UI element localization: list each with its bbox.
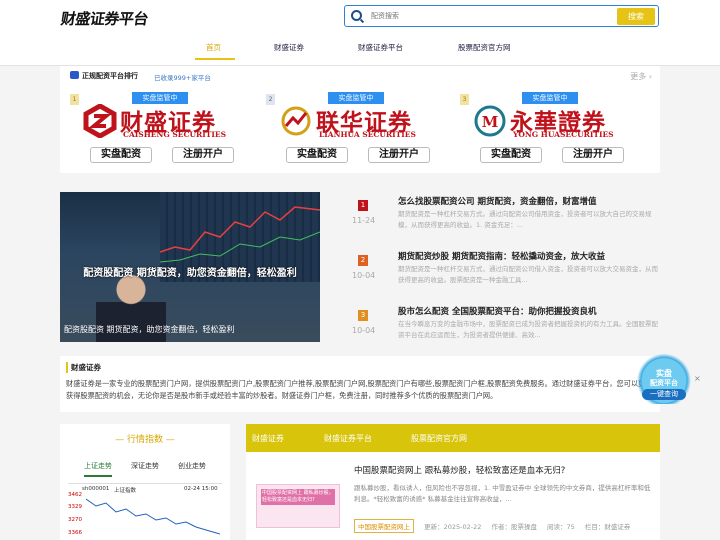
featured-banner[interactable]: 配资股配资 期货配资，助您资金翻倍，轻松盈利 配资股配资 期货配资，助您资金翻倍… <box>60 192 320 342</box>
platform-card-caisheng[interactable]: 1 实盘监管中 财盛证券 CAISHENG SECURITIES 实盘配资 注册… <box>68 92 250 172</box>
platform-brand-english: YONG HUASECURITIES <box>513 130 614 139</box>
banner-caption: 配资股配资 期货配资，助您资金翻倍，轻松盈利 <box>64 325 235 334</box>
search-input[interactable] <box>371 9 611 23</box>
main-nav: 首页 财盛证券 财盛证券平台 股票配资官方网 <box>0 40 720 64</box>
lianhua-logo-icon <box>281 106 311 136</box>
ranking-title: 正规配资平台排行 <box>70 71 138 81</box>
article-tag[interactable]: 中国股票配资网上 <box>354 519 414 533</box>
nav-item-home[interactable]: 首页 <box>206 42 221 53</box>
index-line-chart <box>86 498 220 535</box>
thumbnail-frame: 中国股票配资网上 跟私募炒股，轻松致富还是血本无归? <box>256 484 340 528</box>
article-meta: 中国股票配资网上 更新：2025-02-22 作者：股票操盘 阅读：75 栏目：… <box>354 519 638 533</box>
article-section: 财盛证券 财盛证券平台 股票配资官方网 中国股票配资网上 跟私募炒股，轻松致富还… <box>246 424 660 540</box>
ranking-subtitle: 已收录999+家平台 <box>154 74 211 82</box>
news-title[interactable]: 期货配资炒股 期货配资指南：轻松撬动资金，放大收益 <box>398 250 605 262</box>
market-heading: — 行情指数 — <box>115 435 175 445</box>
y-tick-label: 3270 <box>68 517 82 523</box>
article-tabs: 财盛证券 财盛证券平台 股票配资官方网 <box>246 424 660 452</box>
register-button[interactable]: 注册开户 <box>172 147 234 163</box>
article-author: 作者：股票操盘 <box>491 523 537 531</box>
news-item[interactable]: 2 10-04 期货配资炒股 期货配资指南：轻松撬动资金，放大收益 期货配资是一… <box>340 247 660 297</box>
news-title[interactable]: 怎么找股票配资公司 期货配资，资金翻倍，财富增值 <box>398 195 596 207</box>
search-icon <box>351 10 362 21</box>
chart-name: 上证指数 <box>114 488 137 494</box>
tab-chinext[interactable]: 创业走势 <box>178 461 206 471</box>
top-header: 财盛证券平台 搜索 首页 财盛证券 财盛证券平台 股票配资官方网 <box>0 0 720 66</box>
chart-time: 02-24 15:00 <box>184 486 218 492</box>
article-reads: 阅读：75 <box>547 523 575 531</box>
close-icon[interactable]: × <box>694 374 701 383</box>
article-updated: 更新：2025-02-22 <box>424 523 482 531</box>
live-trading-button[interactable]: 实盘配资 <box>90 147 152 163</box>
register-button[interactable]: 注册开户 <box>368 147 430 163</box>
search-button[interactable]: 搜索 <box>617 8 655 25</box>
tab-caisheng[interactable]: 财盛证券 <box>252 433 284 444</box>
y-tick-label: 3462 <box>68 492 82 498</box>
market-index-panel: — 行情指数 — 上证走势 深证走势 创业走势 sh000001 上证指数 02… <box>60 424 230 540</box>
news-rank-badge: 1 <box>358 200 368 211</box>
news-title[interactable]: 股市怎么配资 全国股票配资平台：助你把握投资良机 <box>398 305 596 317</box>
caisheng-logo-icon <box>83 104 117 138</box>
news-date: 10-04 <box>352 326 376 335</box>
about-section: 财盛证券 财盛证券是一家专业的股票配资门户网，提供股票配资门户,股票配资门户推荐… <box>60 356 660 412</box>
more-link[interactable]: 更多 › <box>630 71 652 82</box>
thumbnail-caption: 中国股票配资网上 跟私募炒股，轻松致富还是血本无归? <box>261 489 335 505</box>
news-summary: 期货配资是一种杠杆交易方式，通过向配资公司借入资金，投资者可以放大交易资金，从而… <box>398 265 658 284</box>
float-ad-query-button[interactable]: 一键查询 <box>642 389 686 400</box>
rank-number: 2 <box>266 94 275 105</box>
article-thumbnail[interactable]: 中国股票配资网上 跟私募炒股，轻松致富还是血本无归? <box>252 470 346 540</box>
article-title[interactable]: 中国股票配资网上 跟私募炒股，轻松致富还是血本无归? <box>354 464 565 476</box>
svg-text:M: M <box>482 113 499 131</box>
news-date: 10-04 <box>352 271 376 280</box>
nav-item-official[interactable]: 股票配资官方网 <box>458 42 511 53</box>
rank-number: 1 <box>70 94 79 105</box>
live-trading-button[interactable]: 实盘配资 <box>480 147 542 163</box>
article-summary: 跟私募炒股，看似诱人，但风险也不容忽视，1. 中雪盈证券中 全球领先的中文券商，… <box>354 484 651 503</box>
news-summary: 在当今瞬息万变的金融市场中，股票配资已成为投资者把握投资机的有力工具。全国股票配… <box>398 320 658 339</box>
news-item[interactable]: 3 10-04 股市怎么配资 全国股票配资平台：助你把握投资良机 在当今瞬息万变… <box>340 302 660 352</box>
ranking-icon <box>70 71 79 79</box>
index-chart: sh000001 上证指数 02-24 15:00 3462 3329 3270… <box>68 483 222 540</box>
platform-ranking: 正规配资平台排行 已收录999+家平台 更多 › 1 实盘监管中 财盛证券 CA… <box>60 66 660 173</box>
news-date: 11-24 <box>352 216 376 225</box>
nav-active-indicator <box>195 58 235 60</box>
register-button[interactable]: 注册开户 <box>562 147 624 163</box>
platform-card-lianhua[interactable]: 2 实盘监管中 联华证券 LIANHUA SECURITIES 实盘配资 注册开… <box>264 92 446 172</box>
site-logo[interactable]: 财盛证券平台 <box>60 8 150 29</box>
rank-number: 3 <box>460 94 469 105</box>
about-heading: 财盛证券 <box>66 362 101 373</box>
nav-item-platform[interactable]: 财盛证券平台 <box>358 42 403 53</box>
news-list: 1 11-24 怎么找股票配资公司 期货配资，资金翻倍，财富增值 期货配资是一种… <box>340 192 660 342</box>
tab-shanghai[interactable]: 上证走势 <box>84 461 112 477</box>
yonghua-logo-icon: M <box>474 105 506 137</box>
about-text: 财盛证券是一家专业的股票配资门户网，提供股票配资门户,股票配资门户推荐,股票配资… <box>66 379 653 400</box>
nav-item-caisheng[interactable]: 财盛证券 <box>274 42 304 53</box>
banner-headline: 配资股配资 期货配资，助您资金翻倍，轻松盈利 <box>83 268 297 279</box>
tab-official[interactable]: 股票配资官方网 <box>411 433 467 444</box>
y-tick-label: 3329 <box>68 504 82 510</box>
platform-brand-english: CAISHENG SECURITIES <box>123 130 226 139</box>
search-box: 搜索 <box>344 5 659 27</box>
live-trading-button[interactable]: 实盘配资 <box>286 147 348 163</box>
platform-brand-english: LIANHUA SECURITIES <box>319 130 416 139</box>
news-item[interactable]: 1 11-24 怎么找股票配资公司 期货配资，资金翻倍，财富增值 期货配资是一种… <box>340 192 660 242</box>
news-summary: 期货配资是一种杠杆交易方式。通过向配资公司借用资金，投资者可以放大自己的交易规模… <box>398 210 652 229</box>
float-ad-line2: 配资平台 <box>650 379 678 387</box>
floating-ad[interactable]: 实盘 配资平台 一键查询 <box>636 352 692 404</box>
platform-card-yonghua[interactable]: 3 实盘监管中 M 永華證券 YONG HUASECURITIES 实盘配资 注… <box>458 92 640 172</box>
news-rank-badge: 2 <box>358 255 368 266</box>
news-rank-badge: 3 <box>358 310 368 321</box>
tab-platform[interactable]: 财盛证券平台 <box>324 433 372 444</box>
article-column: 栏目：财盛证券 <box>584 523 631 531</box>
tab-shenzhen[interactable]: 深证走势 <box>131 461 159 471</box>
y-tick-label: 3366 <box>68 530 82 536</box>
chart-code: sh000001 <box>82 486 110 492</box>
